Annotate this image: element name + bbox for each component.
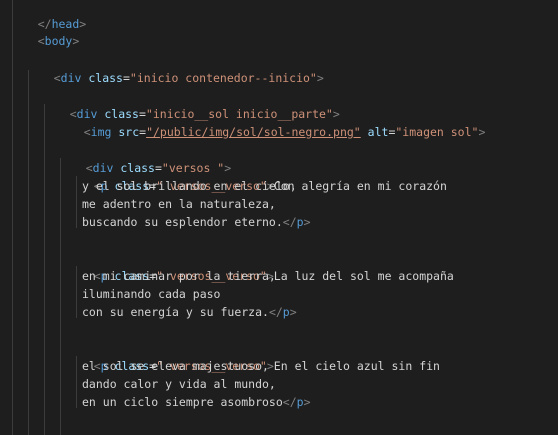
code-line: iluminando cada paso [82, 285, 558, 303]
code-line: <div class="inicio__sol inicio__parte"> [69, 107, 340, 121]
attr-value: "imagen sol" [395, 125, 479, 139]
verse-text: con su energía y su fuerza. [82, 305, 269, 319]
attr-value: "inicio contenedor--inicio" [129, 71, 317, 85]
code-line: <img src="/public/img/sol/sol-negro.png"… [83, 125, 486, 139]
verse-text: buscando su esplendor eterno. [82, 215, 283, 229]
code-line: en mi caminar por la tierra, [82, 267, 558, 285]
indent-guide [44, 104, 45, 435]
code-line: buscando su esplendor eterno.</p> [82, 215, 311, 229]
image-src-link[interactable]: "/public/img/sol/sol-negro.png" [146, 125, 361, 139]
code-line: <div class="inicio contenedor--inicio"> [53, 71, 324, 85]
indent-guide [28, 70, 29, 435]
tag-name: div [60, 71, 82, 85]
tag-name: body [44, 34, 73, 48]
code-line: dando calor y vida al mundo, [82, 375, 558, 393]
verse-text: y el sol brillando en el cielo, [82, 179, 297, 193]
code-line: me adentro en la naturaleza, [82, 195, 558, 213]
code-line: <body> [37, 34, 80, 48]
code-line: <p class=" versos__verso">La luz del sol… [93, 269, 454, 283]
code-line: <div class="versos "> [85, 161, 232, 175]
code-editor[interactable]: </head> <body> <div class="inicio conten… [0, 0, 558, 435]
code-line: </head> [37, 17, 87, 31]
code-line: el sol se eleva majestuoso, [82, 357, 558, 375]
verse-text: en un ciclo siempre asombroso [82, 395, 283, 409]
verse-text: iluminando cada paso [82, 287, 221, 301]
verse-text: en mi caminar por la tierra, [82, 269, 276, 283]
indent-guide [60, 158, 61, 435]
code-line: <p class=" versos__verso">En el cielo az… [93, 359, 440, 373]
attr-name: class [88, 71, 123, 85]
code-line: con su energía y su fuerza.</p> [82, 305, 297, 319]
verse-text: el sol se eleva majestuoso, [82, 359, 269, 373]
code-line: y el sol brillando en el cielo, [82, 177, 558, 195]
code-line: <p class=" versos__verso">Con alegría en… [93, 179, 447, 193]
verse-text: me adentro en la naturaleza, [82, 197, 276, 211]
verse-text: dando calor y vida al mundo, [82, 377, 276, 391]
code-line: en un ciclo siempre asombroso</p> [82, 395, 311, 409]
